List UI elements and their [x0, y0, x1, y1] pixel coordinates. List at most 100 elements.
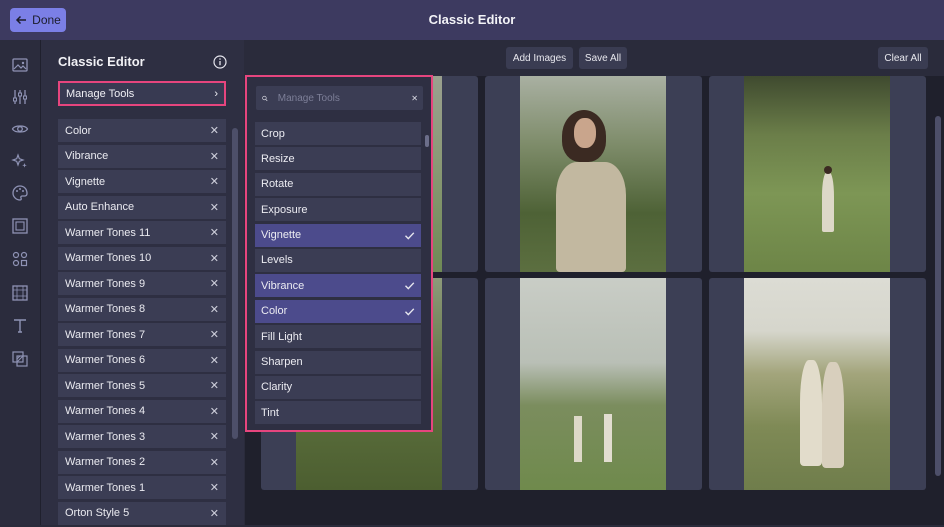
dropdown-scrollbar[interactable] [424, 122, 430, 428]
photo [520, 76, 666, 272]
tool-search-input[interactable] [275, 91, 412, 105]
applied-tools-list: Color ✕ Vibrance ✕ Vignette ✕ Auto Enhance ✕ War… [58, 119, 226, 527]
tool-option[interactable]: Clarity [255, 375, 421, 399]
remove-icon[interactable]: ✕ [210, 481, 219, 494]
tool-option[interactable]: Fill Light [255, 325, 421, 349]
remove-icon[interactable]: ✕ [210, 328, 219, 341]
elements-icon[interactable] [11, 250, 29, 268]
tool-search-box [256, 86, 423, 110]
clear-all-button[interactable]: Clear All [878, 47, 928, 69]
remove-icon[interactable]: ✕ [210, 252, 219, 265]
applied-tool-label: Warmer Tones 6 [65, 354, 146, 366]
applied-tool-label: Warmer Tones 3 [65, 430, 146, 443]
applied-tool-item[interactable]: Vibrance ✕ [58, 144, 226, 168]
tool-option[interactable]: Vignette [255, 223, 421, 247]
applied-tool-label: Warmer Tones 9 [65, 277, 146, 290]
applied-tool-label: Warmer Tones 1 [65, 481, 146, 494]
manage-tools-button[interactable]: Manage Tools › [58, 81, 226, 106]
canvas-scrollbar[interactable] [935, 116, 941, 526]
applied-tool-item[interactable]: Warmer Tones 10 ✕ [58, 246, 226, 270]
applied-tool-item[interactable]: Warmer Tones 6 ✕ [58, 348, 226, 372]
chevron-right-icon: › [214, 87, 218, 100]
remove-icon[interactable]: ✕ [210, 405, 219, 418]
applied-tool-item[interactable]: Color ✕ [58, 119, 226, 142]
remove-icon[interactable]: ✕ [210, 456, 219, 469]
panel-title: Classic Editor [58, 54, 145, 69]
applied-tool-item[interactable]: Warmer Tones 9 ✕ [58, 272, 226, 295]
applied-tool-item[interactable]: Warmer Tones 2 ✕ [58, 450, 226, 474]
applied-tool-item[interactable]: Warmer Tones 8 ✕ [58, 297, 226, 321]
remove-icon[interactable]: ✕ [210, 507, 219, 520]
remove-icon[interactable]: ✕ [210, 379, 219, 392]
canvas-scrollbar-thumb[interactable] [935, 116, 941, 476]
eye-icon[interactable] [11, 120, 29, 138]
manage-tools-label: Manage Tools [66, 87, 135, 100]
applied-tool-label: Warmer Tones 10 [65, 252, 152, 264]
tool-option[interactable]: Resize [255, 147, 421, 171]
close-icon[interactable] [412, 93, 417, 103]
add-images-button[interactable]: Add Images [506, 47, 573, 69]
applied-tool-item[interactable]: Warmer Tones 11 ✕ [58, 221, 226, 244]
page-title: Classic Editor [428, 12, 516, 27]
image-tile[interactable] [709, 76, 926, 272]
tool-option-label: Sharpen [261, 356, 303, 369]
panel-scrollbar-thumb[interactable] [232, 128, 238, 439]
frame-icon[interactable] [11, 217, 29, 235]
applied-tool-label: Auto Enhance [65, 201, 135, 213]
tool-option-label: Resize [261, 152, 295, 165]
applied-tool-item[interactable]: Orton Style 5 ✕ [58, 501, 226, 525]
applied-tool-label: Vibrance [65, 150, 109, 162]
tool-option[interactable]: Tint [255, 401, 421, 425]
remove-icon[interactable]: ✕ [210, 124, 219, 137]
applied-tool-item[interactable]: Warmer Tones 3 ✕ [58, 425, 226, 448]
info-icon[interactable] [213, 55, 227, 69]
applied-tool-item[interactable]: Auto Enhance ✕ [58, 195, 226, 219]
tool-option[interactable]: Sharpen [255, 350, 421, 374]
applied-tool-label: Warmer Tones 5 [65, 379, 146, 392]
remove-icon[interactable]: ✕ [210, 303, 219, 316]
remove-icon[interactable]: ✕ [210, 354, 219, 367]
tool-option[interactable]: Exposure [255, 198, 421, 222]
palette-icon[interactable] [11, 184, 29, 202]
tool-option[interactable]: Vibrance [255, 274, 421, 298]
tool-icon-bar [0, 40, 41, 525]
tool-option-label: Levels [261, 254, 293, 267]
save-all-button[interactable]: Save All [579, 47, 627, 69]
dropdown-scrollbar-thumb[interactable] [425, 135, 429, 147]
applied-tool-item[interactable]: Warmer Tones 1 ✕ [58, 476, 226, 499]
applied-tool-item[interactable]: Warmer Tones 7 ✕ [58, 323, 226, 346]
texture-icon[interactable] [11, 350, 29, 368]
image-tile[interactable] [485, 76, 702, 272]
photo [744, 278, 890, 490]
remove-icon[interactable]: ✕ [210, 277, 219, 290]
image-tile[interactable] [709, 278, 926, 490]
tool-option[interactable]: Levels [255, 248, 421, 272]
canvas-toolbar: Add Images Save All Clear All [245, 40, 944, 76]
photo [520, 278, 666, 490]
tool-option-label: Rotate [261, 178, 294, 191]
text-icon[interactable] [11, 317, 29, 335]
remove-icon[interactable]: ✕ [210, 226, 219, 239]
applied-tool-label: Warmer Tones 4 [65, 405, 146, 417]
applied-tool-label: Warmer Tones 11 [65, 226, 151, 239]
applied-tool-item[interactable]: Vignette ✕ [58, 170, 226, 193]
tool-option[interactable]: Rotate [255, 172, 421, 196]
sliders-icon[interactable] [11, 88, 29, 106]
top-bar: Done Classic Editor [0, 0, 944, 40]
tool-option[interactable]: Crop [255, 122, 421, 145]
remove-icon[interactable]: ✕ [210, 201, 219, 214]
applied-tool-item[interactable]: Warmer Tones 4 ✕ [58, 399, 226, 423]
overlay-icon[interactable] [11, 284, 29, 302]
applied-tool-item[interactable]: Warmer Tones 5 ✕ [58, 374, 226, 397]
remove-icon[interactable]: ✕ [210, 430, 219, 443]
image-icon[interactable] [11, 56, 29, 74]
panel-scrollbar[interactable] [232, 128, 238, 522]
remove-icon[interactable]: ✕ [210, 175, 219, 188]
image-tile[interactable] [485, 278, 702, 490]
tool-option-label: Clarity [261, 381, 293, 394]
sparkle-icon[interactable] [11, 152, 29, 170]
photo [744, 76, 890, 272]
applied-tool-label: Orton Style 5 [65, 507, 130, 519]
remove-icon[interactable]: ✕ [210, 150, 219, 163]
tool-option[interactable]: Color [255, 299, 421, 323]
